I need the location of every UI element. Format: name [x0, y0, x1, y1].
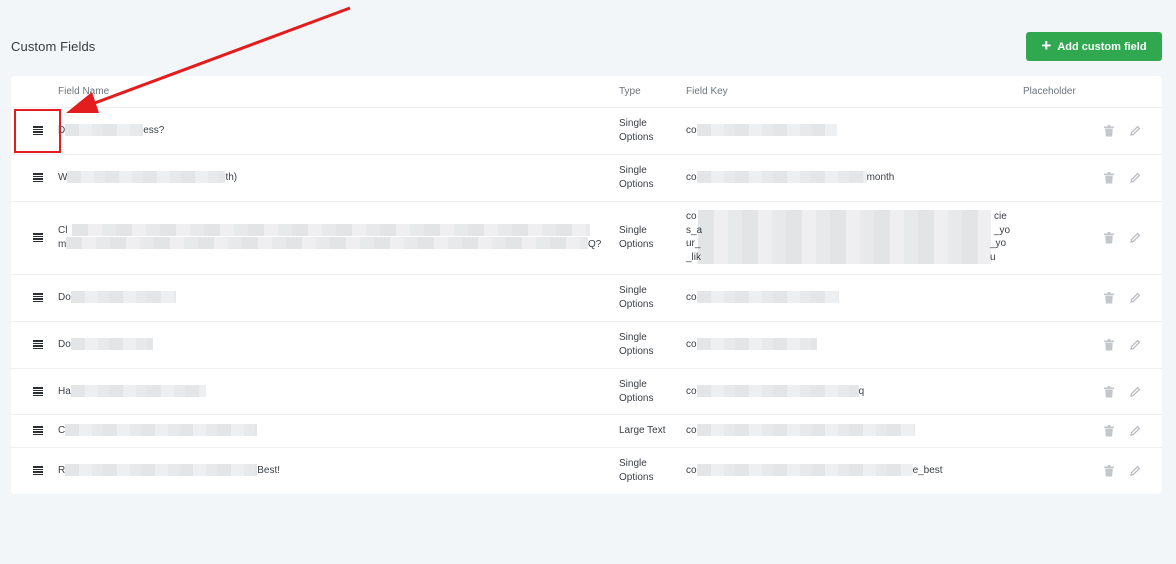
pencil-icon[interactable] [1129, 292, 1141, 304]
field-name: Do [58, 291, 603, 305]
pencil-icon[interactable] [1129, 339, 1141, 351]
pencil-icon[interactable] [1129, 425, 1141, 437]
field-key: co month [686, 171, 895, 184]
redacted-text [66, 237, 588, 249]
drag-handle-icon[interactable] [33, 233, 43, 242]
pencil-icon[interactable] [1129, 125, 1141, 137]
drag-handle-icon[interactable] [33, 340, 43, 349]
redacted-text [65, 464, 258, 477]
field-name: Do [58, 338, 603, 352]
drag-handle-icon[interactable] [33, 387, 43, 396]
table-row: Wth) Single Options co month [11, 155, 1162, 202]
field-type: Single Options [619, 225, 654, 250]
pencil-icon[interactable] [1129, 232, 1141, 244]
pencil-icon[interactable] [1129, 172, 1141, 184]
column-header-field-name: Field Name [58, 86, 110, 97]
trash-icon[interactable] [1103, 125, 1115, 137]
field-type: Single Options [619, 332, 654, 357]
redacted-text [696, 338, 817, 351]
table-row: Do Single Options co [11, 322, 1162, 369]
custom-fields-table: Field Name Type Field Key Placeholder De… [11, 76, 1162, 494]
redacted-text [696, 424, 915, 437]
field-name: Cl m Q? [58, 224, 602, 250]
table-header: Field Name Type Field Key Placeholder [11, 76, 1162, 108]
redacted-text [696, 464, 913, 477]
plus-icon: + [1041, 36, 1052, 55]
trash-icon[interactable] [1103, 425, 1115, 437]
field-name: Ha [58, 385, 603, 399]
field-name: Wth) [58, 171, 238, 184]
table-row: C Large Text co [11, 415, 1162, 448]
field-name: C [58, 424, 603, 438]
column-header-type: Type [619, 86, 641, 97]
page-title: Custom Fields [11, 39, 96, 54]
redacted-text [698, 210, 991, 264]
redacted-text [67, 171, 226, 184]
field-type: Single Options [619, 118, 654, 143]
field-key: co s_a ur_ _lik cie _yo _you [686, 210, 1011, 264]
redacted-text [696, 385, 859, 398]
table-row: Cl m Q? Single Options co s_a ur_ _lik c… [11, 202, 1162, 275]
field-name: Dess? [58, 124, 165, 137]
trash-icon[interactable] [1103, 232, 1115, 244]
table-row: R Best! Single Options co e_best [11, 448, 1162, 494]
field-key: co [686, 291, 1011, 305]
field-name: R Best! [58, 464, 281, 477]
field-key: co e_best [686, 464, 943, 477]
redacted-text [70, 291, 176, 304]
redacted-text [70, 385, 206, 398]
redacted-text [696, 171, 867, 184]
redacted-text [72, 224, 590, 236]
redacted-text [65, 424, 258, 437]
column-header-placeholder: Placeholder [1023, 86, 1076, 97]
redacted-text [65, 124, 144, 137]
pencil-icon[interactable] [1129, 386, 1141, 398]
table-row: Do Single Options co [11, 275, 1162, 322]
table-row: Dess? Single Options co [11, 108, 1162, 155]
drag-handle-icon[interactable] [33, 426, 43, 435]
add-custom-field-button[interactable]: + Add custom field [1026, 32, 1162, 61]
field-type: Large Text [619, 425, 666, 436]
field-type: Single Options [619, 379, 654, 404]
redacted-text [696, 291, 839, 304]
column-header-field-key: Field Key [686, 86, 728, 97]
drag-handle-icon[interactable] [33, 466, 43, 475]
field-key: co [686, 338, 1011, 352]
annotation-highlight-box [14, 109, 61, 153]
trash-icon[interactable] [1103, 339, 1115, 351]
field-type: Single Options [619, 285, 654, 310]
redacted-text [696, 124, 837, 137]
field-key: co [686, 124, 1011, 138]
trash-icon[interactable] [1103, 172, 1115, 184]
trash-icon[interactable] [1103, 465, 1115, 477]
custom-fields-page: Custom Fields + Add custom field Field N… [0, 0, 1176, 564]
pencil-icon[interactable] [1129, 465, 1141, 477]
trash-icon[interactable] [1103, 386, 1115, 398]
redacted-text [70, 338, 153, 351]
add-custom-field-label: Add custom field [1057, 40, 1147, 53]
field-type: Single Options [619, 458, 654, 483]
table-row: Ha Single Options co q [11, 369, 1162, 415]
drag-handle-icon[interactable] [33, 293, 43, 302]
drag-handle-icon[interactable] [33, 173, 43, 182]
trash-icon[interactable] [1103, 292, 1115, 304]
field-type: Single Options [619, 165, 654, 190]
field-key: co [686, 424, 1011, 438]
field-key: co q [686, 385, 865, 398]
